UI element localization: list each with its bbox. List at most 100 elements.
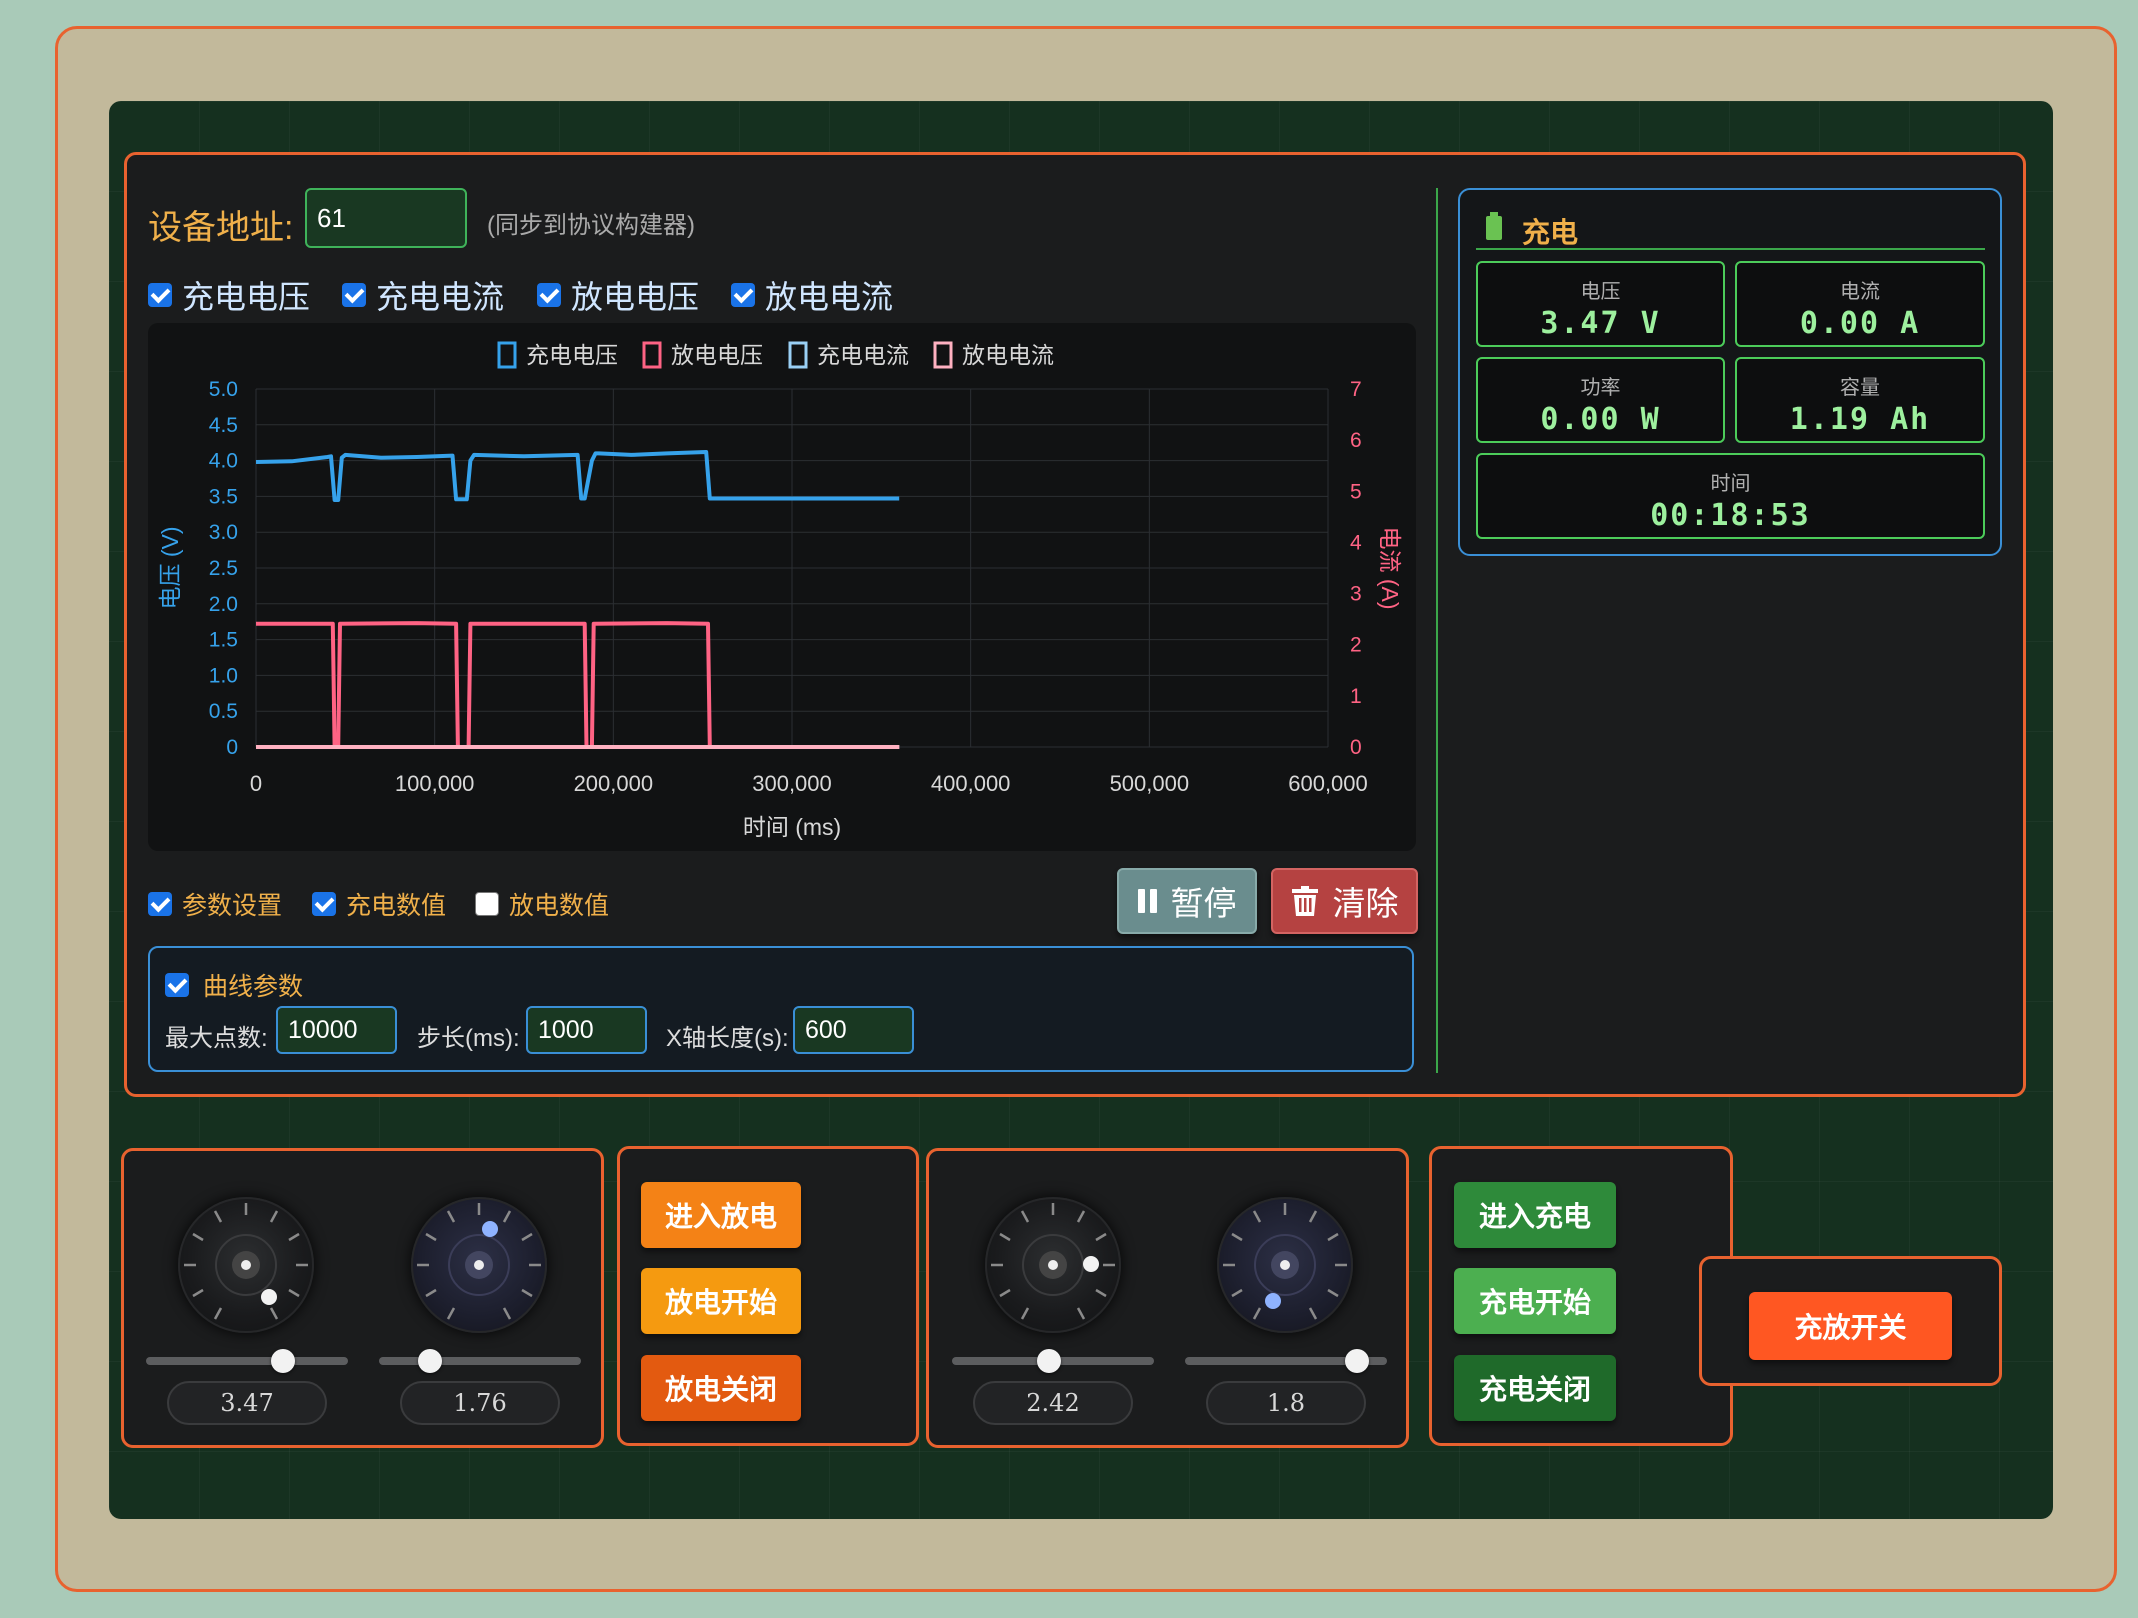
stat-label: 电流 bbox=[1840, 281, 1880, 303]
stat-label: 电压 bbox=[1580, 281, 1621, 303]
y-left-tick-label: 3.0 bbox=[209, 521, 238, 544]
legend-swatch bbox=[642, 341, 662, 369]
toggle-discharge-voltage[interactable]: 放电电压 bbox=[537, 272, 699, 318]
legend-swatch bbox=[497, 341, 517, 369]
checkbox[interactable] bbox=[148, 892, 172, 916]
start-charge-button[interactable]: 充电开始 bbox=[1454, 1268, 1616, 1334]
slider-b[interactable] bbox=[379, 1349, 581, 1373]
max-points-value: 10000 bbox=[288, 1015, 358, 1044]
clear-button[interactable]: 清除 bbox=[1271, 868, 1418, 934]
y-left-tick-label: 3.5 bbox=[209, 485, 238, 508]
toggle-charge-values[interactable]: 充电数值 bbox=[312, 886, 446, 922]
toggle-discharge-current[interactable]: 放电电流 bbox=[731, 272, 893, 318]
device-address-input[interactable]: 61 bbox=[305, 188, 467, 248]
stat-value: 1.19 Ah bbox=[1789, 402, 1931, 437]
toggle-label: 放电电压 bbox=[571, 279, 700, 315]
x-tick-label: 500,000 bbox=[1110, 771, 1190, 796]
checkbox[interactable] bbox=[148, 283, 172, 307]
value-display-d: 1.8 bbox=[1206, 1381, 1366, 1425]
start-discharge-button[interactable]: 放电开始 bbox=[641, 1268, 801, 1334]
pause-icon bbox=[1137, 889, 1157, 913]
master-switch-button[interactable]: 充放开关 bbox=[1749, 1292, 1952, 1360]
checkbox[interactable] bbox=[537, 283, 561, 307]
pause-label: 暂停 bbox=[1170, 885, 1237, 922]
stat-value: 00:18:53 bbox=[1650, 498, 1811, 533]
checkbox[interactable] bbox=[731, 283, 755, 307]
clear-label: 清除 bbox=[1332, 885, 1399, 922]
knob-c-dial bbox=[991, 1203, 1115, 1320]
slider-thumb[interactable] bbox=[1344, 1349, 1369, 1373]
slider-thumb[interactable] bbox=[1036, 1349, 1061, 1373]
slider-d[interactable] bbox=[1185, 1349, 1387, 1373]
stat-capacity: 容量 1.19 Ah bbox=[1735, 357, 1985, 443]
checkbox[interactable] bbox=[312, 892, 336, 916]
y-right-tick-label: 5 bbox=[1350, 480, 1362, 503]
toggle-curve-params[interactable]: 曲线参数 bbox=[165, 967, 303, 1003]
y-left-tick-label: 5.0 bbox=[209, 378, 238, 401]
stop-discharge-button[interactable]: 放电关闭 bbox=[641, 1355, 801, 1421]
knob-c[interactable] bbox=[985, 1197, 1121, 1333]
y-right-tick-label: 3 bbox=[1350, 583, 1362, 606]
xlen-input[interactable]: 600 bbox=[793, 1006, 914, 1054]
knob-a-dial bbox=[184, 1203, 308, 1320]
step-label: 步长(ms): bbox=[417, 1025, 520, 1052]
charge-status-title: 充电 bbox=[1522, 217, 1579, 248]
sync-note: (同步到协议构建器) bbox=[487, 212, 695, 239]
series-line-1 bbox=[256, 621, 900, 749]
toggle-label: 充电电流 bbox=[376, 279, 505, 315]
checkbox[interactable] bbox=[342, 283, 366, 307]
enter-discharge-button[interactable]: 进入放电 bbox=[641, 1182, 801, 1248]
knob-d[interactable] bbox=[1217, 1197, 1353, 1333]
chart-svg: 0 0.5 1.0 1.5 2.0 2.5 3.0 3.5 4.0 4.5 5.0 0 1 2 3 4 5 6 7 0… bbox=[157, 341, 1403, 840]
x-tick-label: 400,000 bbox=[931, 771, 1011, 796]
knob-b[interactable] bbox=[411, 1197, 547, 1333]
charge-status-underline bbox=[1476, 248, 1985, 250]
line-chart: 0 0.5 1.0 1.5 2.0 2.5 3.0 3.5 4.0 4.5 5.0 0 1 2 3 4 5 6 7 0… bbox=[148, 323, 1416, 851]
toggle-charge-voltage[interactable]: 充电电压 bbox=[148, 272, 310, 318]
x-tick-label: 0 bbox=[250, 771, 262, 796]
toggle-label: 充电数值 bbox=[346, 892, 447, 920]
legend-label: 充电电压 bbox=[526, 342, 618, 368]
legend-label: 充电电流 bbox=[817, 342, 909, 368]
enter-charge-button[interactable]: 进入充电 bbox=[1454, 1182, 1616, 1248]
x-axis-title: 时间 (ms) bbox=[743, 814, 841, 840]
y-right-tick-label: 2 bbox=[1350, 634, 1362, 657]
legend-label: 放电电压 bbox=[671, 342, 763, 368]
max-points-input[interactable]: 10000 bbox=[276, 1006, 397, 1054]
step-input[interactable]: 1000 bbox=[526, 1006, 647, 1054]
y-right-tick-label: 1 bbox=[1350, 685, 1362, 708]
y-right-axis-title: 电流 (A) bbox=[1377, 526, 1403, 609]
knob-d-dial bbox=[1223, 1203, 1347, 1320]
x-tick-label: 600,000 bbox=[1288, 771, 1368, 796]
checkbox[interactable] bbox=[475, 892, 499, 916]
pause-button[interactable]: 暂停 bbox=[1117, 868, 1257, 934]
toggle-label: 放电数值 bbox=[509, 892, 610, 920]
y-left-tick-label: 4.0 bbox=[209, 450, 238, 473]
legend-swatch bbox=[933, 341, 953, 369]
stop-charge-button[interactable]: 充电关闭 bbox=[1454, 1355, 1616, 1421]
toggle-discharge-values[interactable]: 放电数值 bbox=[475, 886, 609, 922]
slider-thumb[interactable] bbox=[417, 1349, 442, 1373]
value-display-b: 1.76 bbox=[400, 1381, 560, 1425]
x-tick-label: 100,000 bbox=[395, 771, 475, 796]
stat-label: 容量 bbox=[1840, 377, 1880, 399]
stat-value: 0.00 W bbox=[1540, 402, 1661, 437]
device-address-value: 61 bbox=[317, 202, 346, 233]
knob-b-dial bbox=[417, 1203, 541, 1320]
device-address-label: 设备地址: bbox=[148, 209, 294, 247]
legend-swatch bbox=[788, 341, 808, 369]
toggle-param-settings[interactable]: 参数设置 bbox=[148, 886, 282, 922]
toggle-charge-current[interactable]: 充电电流 bbox=[342, 272, 504, 318]
x-tick-label: 300,000 bbox=[752, 771, 832, 796]
slider-a[interactable] bbox=[146, 1349, 348, 1373]
checkbox[interactable] bbox=[165, 973, 189, 997]
y-left-axis-title: 电压 (V) bbox=[157, 526, 183, 609]
stat-label: 功率 bbox=[1580, 377, 1621, 399]
knob-a[interactable] bbox=[178, 1197, 314, 1333]
y-right-tick-label: 7 bbox=[1350, 378, 1362, 401]
battery-icon bbox=[1486, 212, 1502, 240]
slider-c[interactable] bbox=[952, 1349, 1154, 1373]
trash-icon bbox=[1291, 886, 1318, 916]
stat-voltage: 电压 3.47 V bbox=[1476, 261, 1725, 347]
stat-time: 时间 00:18:53 bbox=[1476, 453, 1985, 539]
